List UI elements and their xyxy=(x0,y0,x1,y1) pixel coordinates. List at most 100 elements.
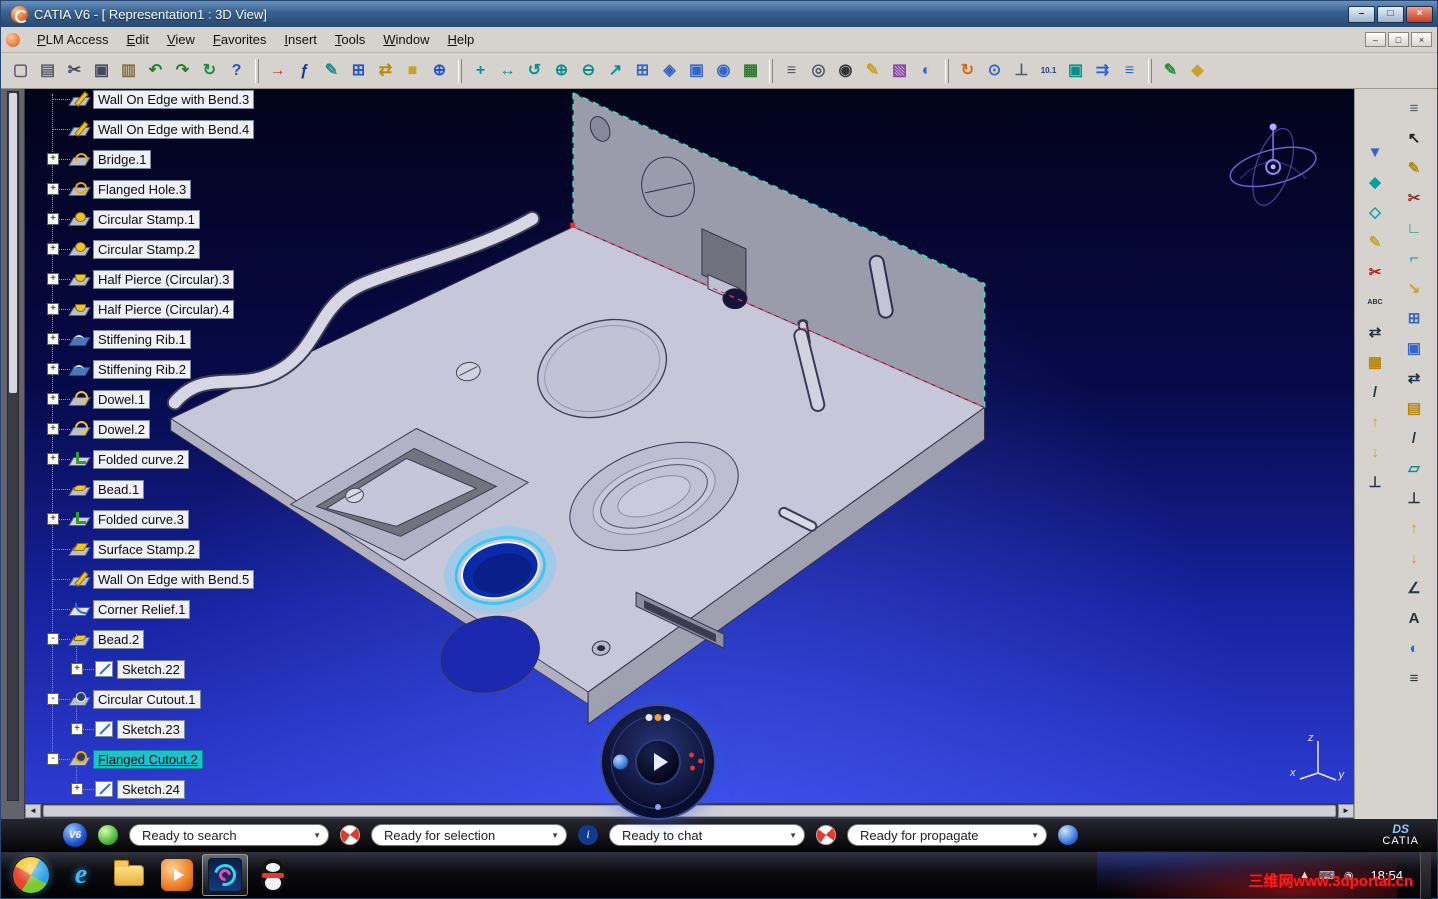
tree-item-label[interactable]: Sketch.23 xyxy=(117,719,185,739)
menu-tools[interactable]: Tools xyxy=(326,29,374,50)
stamp-tool-button[interactable]: ▤ xyxy=(1400,395,1428,421)
copy-button[interactable]: ▣ xyxy=(88,57,115,84)
menu-view[interactable]: View xyxy=(158,29,204,50)
lock-button[interactable]: ■ xyxy=(399,57,426,84)
tree-item[interactable]: + Half Pierce (Circular).3 xyxy=(25,264,385,294)
update-button[interactable]: ↻ xyxy=(196,57,223,84)
expand-icon[interactable]: + xyxy=(47,423,59,435)
view-compass-wheel[interactable] xyxy=(600,704,716,820)
vertical-scrollbar[interactable] xyxy=(7,91,19,801)
tree-item-label[interactable]: Folded curve.2 xyxy=(93,449,189,469)
tree-item[interactable]: Wall On Edge with Bend.3 xyxy=(25,84,385,114)
annotation-button[interactable]: ✎ xyxy=(318,57,345,84)
select-cursor-button[interactable]: ↖ xyxy=(1400,125,1428,151)
menu-help[interactable]: Help xyxy=(439,29,484,50)
tree-item[interactable]: + Sketch.24 xyxy=(25,774,385,804)
normal-view-button[interactable]: ↗ xyxy=(602,57,629,84)
tree-item[interactable]: + Circular Stamp.2 xyxy=(25,234,385,264)
tree-item-label[interactable]: Bridge.1 xyxy=(93,149,152,169)
history-button[interactable]: ⊙ xyxy=(981,57,1008,84)
search-orb-icon[interactable] xyxy=(98,825,118,845)
network-share-icon[interactable] xyxy=(689,752,704,772)
paste-button[interactable]: ▥ xyxy=(115,57,142,84)
fly-through-button[interactable]: → xyxy=(264,57,291,84)
library-button[interactable]: ◆ xyxy=(1184,57,1211,84)
tree-item[interactable]: + Flanged Hole.3 xyxy=(25,174,385,204)
tree-item-label[interactable]: Folded curve.3 xyxy=(93,509,189,529)
material-button[interactable]: ▧ xyxy=(886,57,913,84)
stamp-pad-button[interactable]: ▦ xyxy=(1361,349,1389,375)
tree-item-label[interactable]: Corner Relief.1 xyxy=(93,599,191,619)
menu-edit[interactable]: Edit xyxy=(118,29,158,50)
menu-window[interactable]: Window xyxy=(374,29,438,50)
sequence-button[interactable]: ⇉ xyxy=(1089,57,1116,84)
bend-tool-button[interactable]: ⌐ xyxy=(1400,245,1428,271)
tree-item-label[interactable]: Wall On Edge with Bend.4 xyxy=(93,119,255,139)
line-tool-button[interactable]: / xyxy=(1400,425,1428,451)
filter-button[interactable]: ▼ xyxy=(1361,139,1389,165)
3d-compass[interactable] xyxy=(1226,123,1319,210)
internet-explorer-button[interactable]: e xyxy=(58,854,104,896)
tree-item[interactable]: + Sketch.23 xyxy=(25,714,385,744)
half-tone-button[interactable]: ◐ xyxy=(1400,635,1428,661)
zoom-out-button[interactable]: ⊖ xyxy=(575,57,602,84)
chevron-down-icon[interactable]: ▼ xyxy=(1031,831,1039,840)
arrow-down-button[interactable]: ↓ xyxy=(1361,439,1389,465)
propagate-combobox[interactable]: Ready for propagate ▼ xyxy=(847,824,1047,846)
qq-button[interactable] xyxy=(250,854,296,896)
anchor-button[interactable]: ⊥ xyxy=(1361,469,1389,495)
tree-item[interactable]: + Folded curve.3 xyxy=(25,504,385,534)
collaboration-people-icon[interactable] xyxy=(645,714,671,721)
tree-item[interactable]: - Bead.2 xyxy=(25,624,385,654)
tree-item[interactable]: + Stiffening Rib.1 xyxy=(25,324,385,354)
tree-item-label[interactable]: Bead.2 xyxy=(93,629,145,649)
collapse-icon[interactable]: - xyxy=(47,753,59,765)
formula-button[interactable]: ƒ xyxy=(291,57,318,84)
mdi-minimize-button[interactable]: – xyxy=(1365,32,1386,47)
expand-icon[interactable]: + xyxy=(47,453,59,465)
expand-icon[interactable]: + xyxy=(47,213,59,225)
selection-combobox[interactable]: Ready for selection ▼ xyxy=(371,824,567,846)
tree-item[interactable]: Wall On Edge with Bend.4 xyxy=(25,114,385,144)
plane-tool-button[interactable]: ▱ xyxy=(1400,455,1428,481)
print-button[interactable]: ▤ xyxy=(34,57,61,84)
swirl-icon[interactable] xyxy=(340,825,360,845)
sphere-nav-icon[interactable] xyxy=(613,754,628,770)
snap-button[interactable]: ◎ xyxy=(805,57,832,84)
knife-button[interactable]: ✂ xyxy=(1400,185,1428,211)
tree-item[interactable]: + Circular Stamp.1 xyxy=(25,204,385,234)
camera-button[interactable]: ◉ xyxy=(832,57,859,84)
tree-item-label[interactable]: Circular Cutout.1 xyxy=(93,689,201,709)
menu-plm-access[interactable]: PLM Access xyxy=(28,29,118,50)
tree-item[interactable]: Surface Stamp.2 xyxy=(25,534,385,564)
expand-icon[interactable]: + xyxy=(47,393,59,405)
swap-view-button[interactable]: ⇄ xyxy=(1400,365,1428,391)
wall-tool-button[interactable]: ∟ xyxy=(1400,215,1428,241)
tree-item-label[interactable]: Sketch.24 xyxy=(117,779,185,799)
capture-button[interactable]: ▦ xyxy=(737,57,764,84)
media-player-button[interactable] xyxy=(154,854,200,896)
expand-icon[interactable]: + xyxy=(71,723,83,735)
expand-icon[interactable]: + xyxy=(47,183,59,195)
tree-item-label[interactable]: Dowel.1 xyxy=(93,389,150,409)
arrow-up-button[interactable]: ↑ xyxy=(1361,409,1389,435)
fold-up-button[interactable]: ↑ xyxy=(1400,515,1428,541)
tree-item-label[interactable]: Surface Stamp.2 xyxy=(93,539,200,559)
expand-icon[interactable]: + xyxy=(47,303,59,315)
tree-item[interactable]: - Flanged Cutout.2 xyxy=(25,744,385,774)
measure-button[interactable]: 10.1 xyxy=(1035,57,1062,84)
catia-taskbar-button[interactable] xyxy=(202,854,248,896)
undo-button[interactable]: ↶ xyxy=(142,57,169,84)
tree-item-label[interactable]: Dowel.2 xyxy=(93,419,150,439)
sketch-edit-button[interactable]: ✎ xyxy=(1400,155,1428,181)
fit-all-button[interactable]: + xyxy=(467,57,494,84)
text-note-button[interactable]: A xyxy=(1400,605,1428,631)
update-parameters-button[interactable]: ▣ xyxy=(1062,57,1089,84)
tree-item-label[interactable]: Circular Stamp.1 xyxy=(93,209,200,229)
help-button[interactable]: ? xyxy=(223,57,250,84)
tree-item-label[interactable]: Half Pierce (Circular).3 xyxy=(93,269,235,289)
flip-button[interactable]: ⇄ xyxy=(1361,319,1389,345)
menu-favorites[interactable]: Favorites xyxy=(204,29,275,50)
dowel-hole[interactable] xyxy=(722,288,748,310)
diag-line-button[interactable]: / xyxy=(1361,379,1389,405)
